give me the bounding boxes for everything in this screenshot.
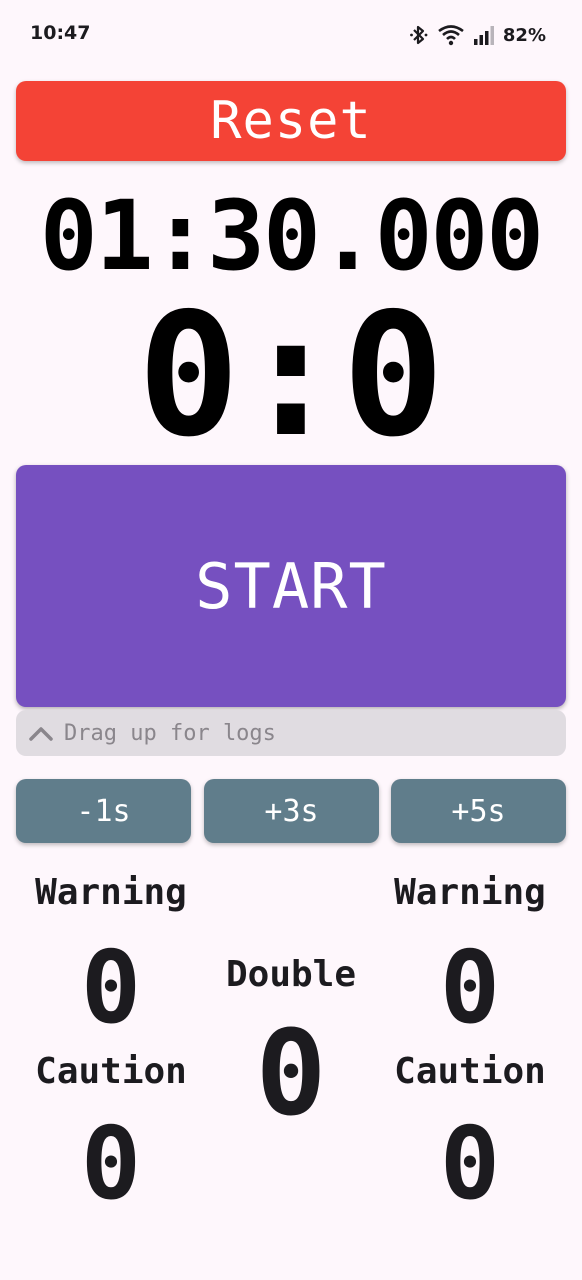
score-display: 0:0 [137, 277, 445, 475]
start-button[interactable]: START [16, 465, 566, 707]
logs-drag-handle[interactable]: Drag up for logs [16, 710, 566, 756]
minus-1s-button[interactable]: -1s [16, 779, 191, 843]
double-label: Double [225, 954, 357, 995]
left-warning-count[interactable]: 0 [11, 938, 211, 1038]
signal-icon [473, 26, 494, 45]
timer-display: 01:30.000 [39, 180, 544, 292]
battery-level: 82% [502, 24, 546, 46]
right-caution-count[interactable]: 0 [370, 1114, 570, 1214]
left-caution-label: Caution [35, 1051, 187, 1092]
right-warning-count[interactable]: 0 [370, 938, 570, 1038]
status-time: 10:47 [30, 22, 91, 44]
wifi-icon [438, 25, 464, 46]
left-caution-count[interactable]: 0 [11, 1114, 211, 1214]
status-bar: 10:47 82% [0, 0, 582, 70]
plus-5s-button[interactable]: +5s [391, 779, 566, 843]
right-warning-label: Warning [394, 872, 546, 913]
right-caution-label: Caution [394, 1051, 546, 1092]
reset-button[interactable]: Reset [16, 81, 566, 161]
double-count[interactable]: 0 [191, 1014, 391, 1132]
app-screen: 10:47 82% Reset 01:30.000 0:0 START Drag… [0, 0, 582, 1280]
time-adjust-row: -1s +3s +5s [16, 779, 566, 843]
drag-hint-text: Drag up for logs [64, 720, 276, 746]
status-icons: 82% [409, 22, 546, 48]
bluetooth-icon [410, 25, 428, 45]
left-warning-label: Warning [35, 872, 187, 913]
plus-3s-button[interactable]: +3s [204, 779, 379, 843]
chevron-up-icon [29, 727, 53, 741]
